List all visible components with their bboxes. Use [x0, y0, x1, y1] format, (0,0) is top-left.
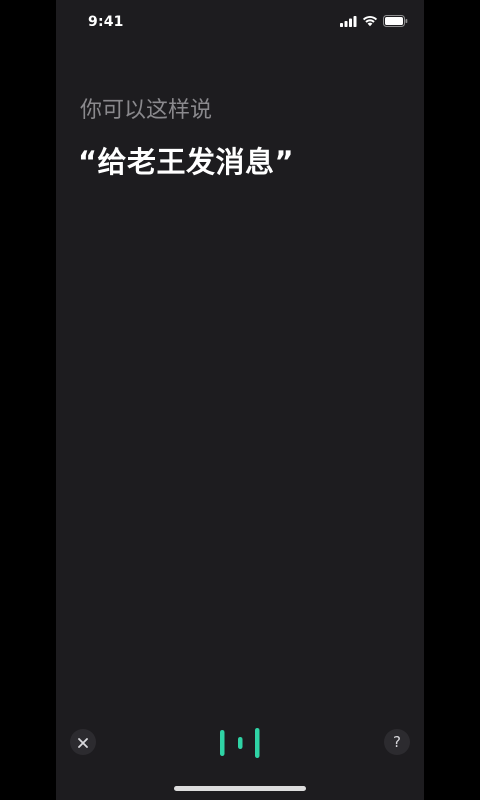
assistant-controls: ?: [56, 700, 424, 800]
home-indicator[interactable]: [174, 786, 306, 791]
wifi-icon: [362, 12, 378, 31]
status-time: 9:41: [88, 14, 124, 30]
close-icon: [78, 733, 88, 752]
listening-indicator[interactable]: [214, 726, 266, 760]
close-button[interactable]: [70, 729, 96, 755]
status-icons: [340, 14, 408, 27]
listening-waveform-icon: [214, 728, 266, 764]
signal-icon: [340, 12, 357, 31]
help-button[interactable]: ?: [384, 729, 410, 755]
battery-icon: [383, 12, 408, 31]
prompt-hint: 你可以这样说: [80, 98, 213, 123]
assistant-screen: 9:41 你可以这样说 “给老王发消息” ?: [56, 0, 424, 800]
status-bar: 9:41: [56, 0, 424, 44]
suggested-phrase[interactable]: “给老王发消息”: [78, 140, 294, 184]
